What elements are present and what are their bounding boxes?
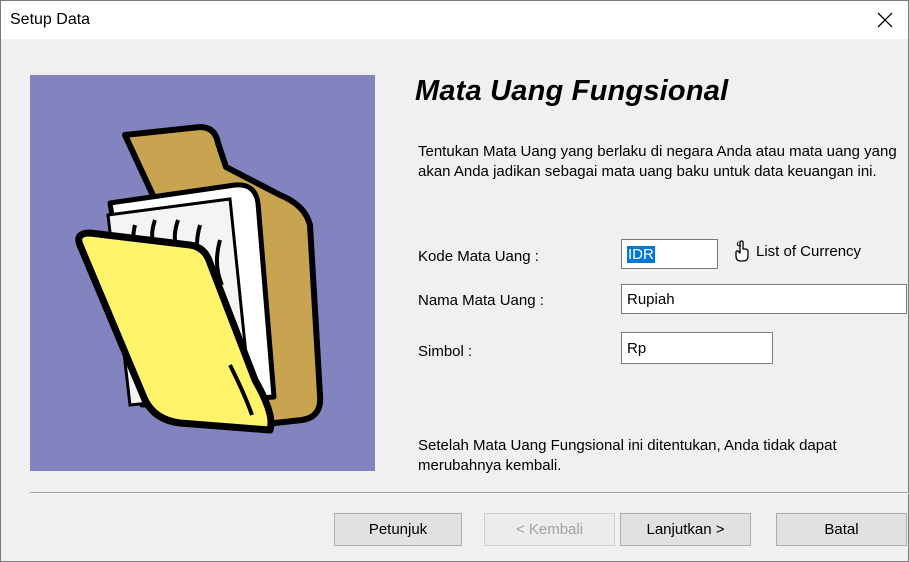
close-button[interactable]	[862, 1, 908, 39]
list-of-currency-label: List of Currency	[756, 242, 862, 260]
currency-code-input[interactable]: IDR	[621, 239, 718, 269]
page-title: Mata Uang Fungsional	[415, 75, 729, 107]
symbol-input[interactable]	[621, 332, 773, 364]
close-icon	[877, 12, 893, 28]
cancel-button[interactable]: Batal	[776, 513, 907, 546]
symbol-label: Simbol :	[418, 343, 473, 360]
footer-divider-highlight	[30, 493, 909, 494]
wizard-illustration	[30, 75, 375, 471]
currency-code-label: Kode Mata Uang :	[418, 248, 539, 265]
window-title: Setup Data	[10, 11, 91, 28]
warning-note: Setelah Mata Uang Fungsional ini ditentu…	[418, 437, 837, 474]
help-button[interactable]: Petunjuk	[334, 513, 462, 546]
next-button[interactable]: Lanjutkan >	[620, 513, 751, 546]
back-button[interactable]: < Kembali	[484, 513, 615, 546]
hand-pointer-icon	[735, 240, 749, 262]
list-of-currency-link[interactable]: List of Currency	[734, 240, 861, 262]
currency-name-input[interactable]	[621, 284, 907, 314]
currency-code-value: IDR	[627, 245, 655, 263]
title-bar: Setup Data	[1, 1, 908, 39]
folder-with-papers-icon	[75, 124, 324, 434]
currency-name-label: Nama Mata Uang :	[418, 292, 544, 309]
dialog-window: Setup Data Mata Uang Fungsional Tentukan…	[0, 0, 909, 562]
page-description: Tentukan Mata Uang yang berlaku di negar…	[418, 143, 897, 180]
